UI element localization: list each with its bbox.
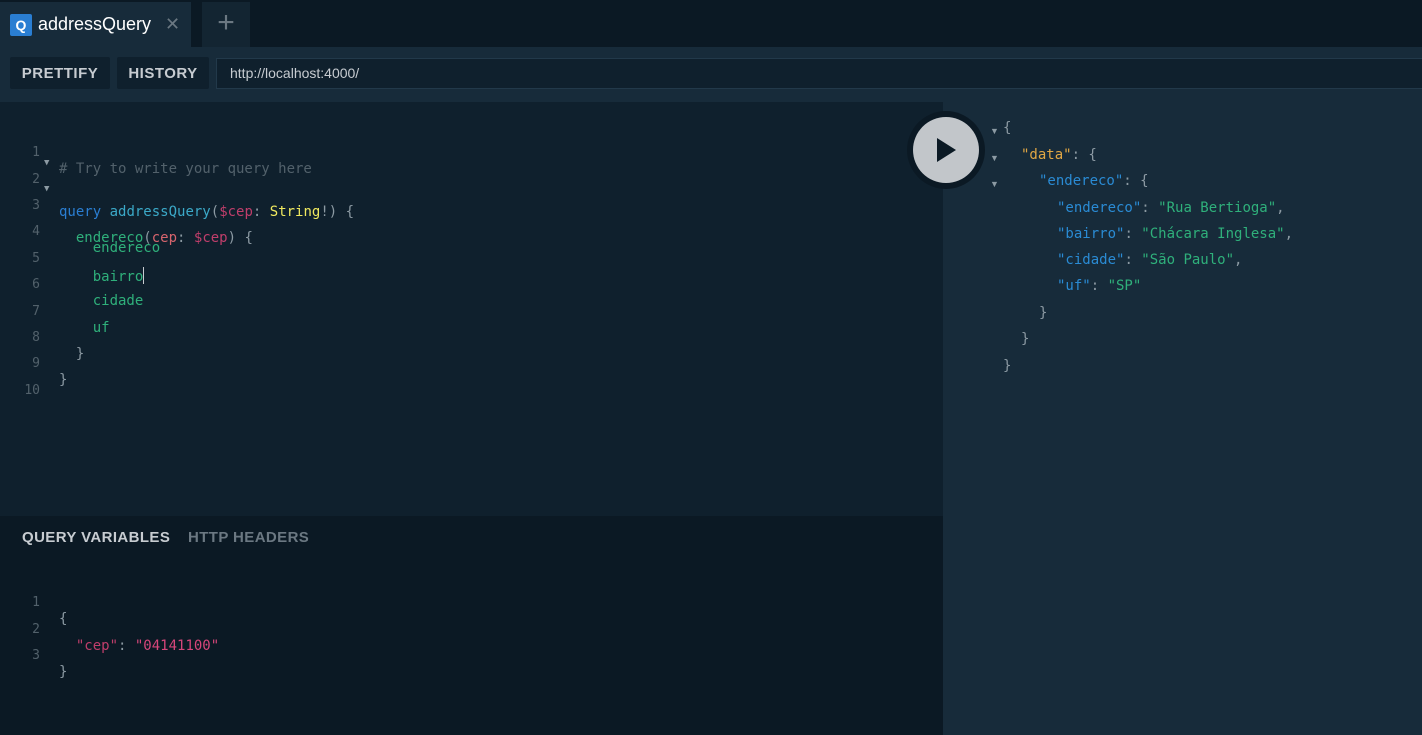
editor-line: 2 ▼ query addressQuery($cep: String!) {	[0, 156, 900, 220]
new-tab-button[interactable]: +	[202, 2, 250, 47]
query-badge-icon: Q	[10, 13, 32, 36]
tab-addressquery[interactable]: Q addressQuery ✕	[0, 2, 191, 47]
prettify-button[interactable]: PRETTIFY	[10, 57, 110, 89]
result-value: "Rua Bertioga"	[1158, 200, 1277, 216]
result-line: }	[1003, 358, 1012, 374]
tab-title: addressQuery	[38, 14, 152, 34]
result-line: "cidade": "São Paulo",	[1057, 252, 1243, 268]
editor-line: 10	[0, 367, 900, 398]
execute-query-button[interactable]	[907, 111, 985, 189]
result-key: "endereco"	[1039, 173, 1124, 189]
line-number: 10	[24, 383, 40, 398]
result-value: "São Paulo"	[1141, 252, 1235, 268]
result-key: "uf"	[1057, 278, 1091, 294]
result-line: }	[1039, 305, 1048, 321]
editor-line: 8 }	[0, 314, 900, 362]
result-line: "bairro": "Chácara Inglesa",	[1057, 226, 1294, 242]
play-button-face	[913, 117, 979, 183]
history-button[interactable]: HISTORY	[117, 57, 209, 89]
result-value: "Chácara Inglesa"	[1141, 226, 1285, 242]
tab-bar: Q addressQuery ✕ +	[0, 0, 1422, 47]
fold-arrow-icon[interactable]: ▼	[44, 158, 49, 168]
result-key: "bairro"	[1057, 226, 1125, 242]
editor-line: 6 cidade	[0, 261, 900, 309]
fold-arrow-icon[interactable]: ▼	[44, 184, 49, 194]
result-line: "endereco": {	[1039, 173, 1149, 189]
result-key: "data"	[1021, 147, 1072, 163]
editor-line: 7 uf	[0, 288, 900, 336]
tab-query-variables[interactable]: QUERY VARIABLES	[22, 529, 170, 546]
result-key: "cidade"	[1057, 252, 1125, 268]
editor-line: 3 }	[0, 632, 900, 680]
line-number: 3	[32, 648, 40, 663]
fold-arrow-icon[interactable]: ▼	[990, 126, 999, 136]
result-key: "endereco"	[1057, 200, 1142, 216]
result-line: "uf": "SP"	[1057, 278, 1142, 294]
tab-http-headers[interactable]: HTTP HEADERS	[188, 529, 309, 546]
editor-line: 5 bairro	[0, 235, 900, 285]
editor-line: 1 {	[0, 579, 900, 627]
result-line: "data": {	[1021, 147, 1097, 163]
query-editor[interactable]: 1 # Try to write your query here 2 ▼ que…	[0, 102, 943, 516]
play-icon	[937, 138, 956, 162]
result-line: "endereco": "Rua Bertioga",	[1057, 200, 1285, 216]
toolbar: PRETTIFY HISTORY http://localhost:4000/	[0, 47, 1422, 102]
result-line: }	[1021, 331, 1030, 347]
editor-line: 4 endereco	[0, 208, 900, 256]
editor-line: 2 "cep": "04141100"	[0, 606, 900, 654]
fold-arrow-icon[interactable]: ▼	[990, 179, 999, 189]
result-value: "SP"	[1107, 278, 1142, 294]
result-line: {	[1003, 120, 1012, 136]
result-panel	[943, 102, 1422, 735]
editor-line: 3 ▼ endereco(cep: $cep) {	[0, 182, 900, 246]
close-icon[interactable]: ✕	[165, 14, 180, 35]
variables-panel: QUERY VARIABLES HTTP HEADERS 1 { 2 "cep"…	[0, 516, 943, 735]
editor-line: 9 }	[0, 340, 900, 388]
endpoint-url-input[interactable]: http://localhost:4000/	[216, 58, 1422, 89]
editor-line: 1 # Try to write your query here	[0, 129, 900, 177]
fold-arrow-icon[interactable]: ▼	[990, 153, 999, 163]
